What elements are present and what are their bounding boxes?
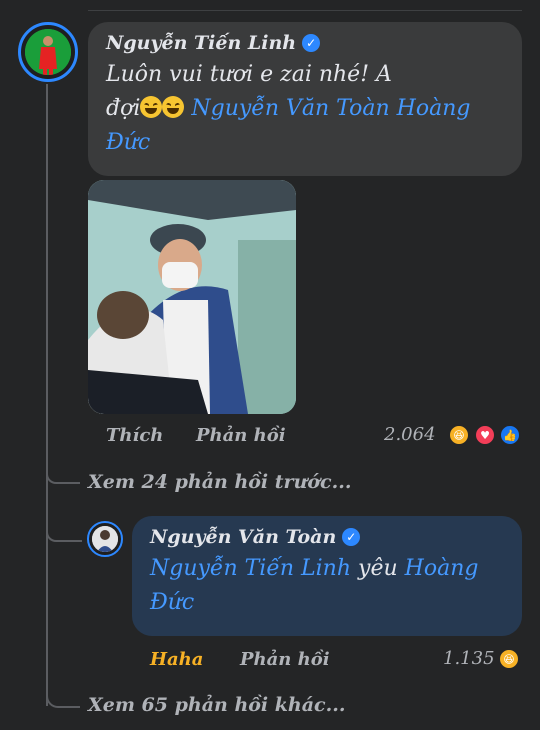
mention-link[interactable]: Nguyễn Tiến Linh [150, 556, 351, 581]
love-reaction-icon: ♥ [474, 424, 496, 446]
haha-reaction-icon: 😆 [498, 648, 520, 670]
rofl-emoji-icon [140, 96, 163, 118]
view-previous-replies[interactable]: Xem 24 phản hồi trước... [88, 471, 351, 493]
comment-photo[interactable] [88, 180, 296, 414]
thread-connector [46, 516, 82, 542]
reply-author-name[interactable]: Nguyễn Văn Toàn [150, 526, 336, 548]
reply-button[interactable]: Phản hồi [240, 649, 330, 670]
verified-badge-icon: ✓ [302, 34, 321, 52]
rofl-emoji-icon [162, 96, 185, 118]
reaction-count[interactable]: 1.135 [443, 648, 495, 669]
comment-text: Luôn vui tươi e zai nhé! A đợi Nguyễn Vă… [106, 58, 504, 160]
comment-text-prefix: đợi [106, 96, 141, 121]
thread-line [46, 84, 48, 706]
comment-author-name[interactable]: Nguyễn Tiến Linh [106, 32, 296, 54]
avatar-nguyen-tien-linh[interactable] [18, 22, 78, 82]
reply-button[interactable]: Phản hồi [196, 425, 286, 446]
mention-link[interactable]: Hoàng [405, 556, 479, 581]
like-button[interactable]: Thích [106, 425, 163, 446]
verified-badge-icon: ✓ [342, 528, 361, 546]
thread-connector [46, 682, 80, 708]
reply-author[interactable]: Nguyễn Văn Toàn ✓ [150, 526, 504, 548]
comment-author[interactable]: Nguyễn Tiến Linh ✓ [106, 32, 504, 54]
divider [88, 10, 522, 11]
avatar-nguyen-van-toan[interactable] [87, 521, 123, 557]
view-more-replies[interactable]: Xem 65 phản hồi khác... [88, 694, 345, 716]
mention-link[interactable]: Nguyễn Văn Toàn Hoàng [191, 96, 470, 121]
comment-bubble: Nguyễn Tiến Linh ✓ Luôn vui tươi e zai n… [88, 22, 522, 176]
mention-link-continued[interactable]: Đức [106, 130, 150, 155]
mention-link-continued[interactable]: Đức [150, 590, 194, 615]
thread-connector [46, 458, 80, 484]
reply-bubble: Nguyễn Văn Toàn ✓ Nguyễn Tiến Linh yêu H… [132, 516, 522, 636]
reply-text: Nguyễn Tiến Linh yêu Hoàng Đức [150, 552, 504, 620]
haha-reaction-button[interactable]: Haha [150, 649, 203, 670]
haha-reaction-icon: 😆 [448, 424, 470, 446]
like-reaction-icon: 👍 [499, 424, 521, 446]
comment-text-line1: Luôn vui tươi e zai nhé! A [106, 62, 392, 87]
reaction-count[interactable]: 2.064 [384, 424, 436, 445]
reply-text-middle: yêu [358, 556, 398, 581]
